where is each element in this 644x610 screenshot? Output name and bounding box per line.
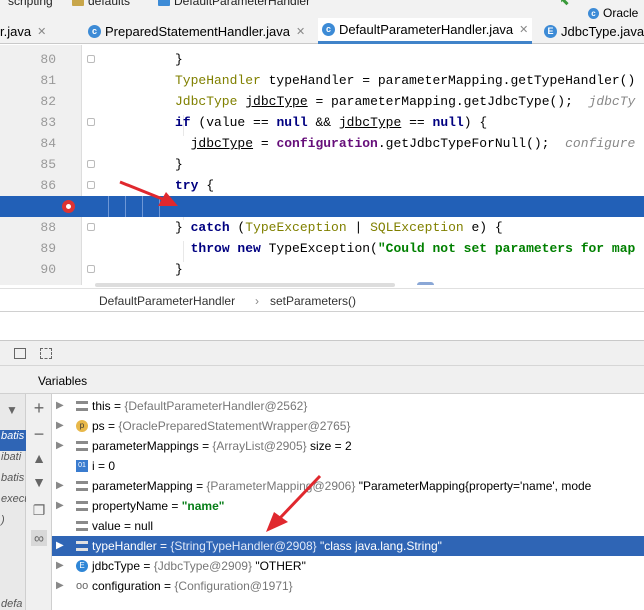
variable-jdbctype[interactable]: ▶ E jdbcType = {JdbcType@2909} "OTHER" (52, 556, 644, 576)
tab-oracle[interactable]: c Oracle (588, 0, 638, 26)
table-icon[interactable] (14, 348, 26, 359)
chevron-right-icon[interactable]: ▶ (56, 496, 66, 516)
breadcrumb-scripting[interactable]: scripting (8, 0, 53, 8)
code-line[interactable]: 85} (0, 154, 644, 175)
tab-defaultparameterhandler[interactable]: c DefaultParameterHandler.java ✕ (318, 18, 533, 44)
enum-icon: E (544, 24, 557, 38)
breadcrumb-defaults[interactable]: defaults (72, 0, 130, 8)
debug-toolbar (0, 340, 644, 366)
frame-item[interactable] (0, 535, 26, 556)
parameter-icon: p (76, 420, 88, 432)
frame-item[interactable]: execu (0, 493, 26, 514)
folder-icon (72, 0, 84, 7)
watch-icon: oo (76, 580, 89, 592)
primitive-icon: 01 (76, 460, 88, 472)
crumb-method[interactable]: setParameters() (270, 294, 356, 308)
code-line[interactable]: 88} catch (TypeException | SQLException … (0, 217, 644, 238)
chevron-right-icon[interactable]: ▶ (56, 396, 66, 416)
breadcrumb-class[interactable]: DefaultParameterHandler (158, 0, 310, 8)
breakpoint-icon[interactable] (62, 200, 75, 213)
remove-watch-icon[interactable]: − (31, 425, 47, 443)
class-icon (158, 0, 170, 7)
class-icon: c (588, 7, 599, 19)
code-line-current-execution[interactable]: 87 typeHandler.setParameter(ps, i: i + 1… (0, 196, 644, 285)
build-hammer-icon[interactable]: ⬉ (560, 0, 570, 8)
frames-list: batis ibati batis execu ) defa defa (0, 430, 26, 610)
debug-tabs: Variables (0, 366, 644, 394)
field-icon (76, 521, 88, 531)
variable-typehandler[interactable]: ▶ typeHandler = {StringTypeHandler@2908}… (52, 536, 644, 556)
variable-value[interactable]: value = null (52, 516, 644, 536)
layout-icon[interactable] (40, 348, 52, 359)
move-down-icon[interactable]: ▼ (31, 474, 47, 490)
close-icon[interactable]: ✕ (519, 23, 528, 36)
tab-preparedstatementhandler[interactable]: c PreparedStatementHandler.java ✕ (88, 18, 305, 44)
frame-item[interactable]: defa (0, 598, 26, 610)
frame-item[interactable] (0, 556, 26, 577)
field-icon (76, 481, 88, 491)
frame-item[interactable]: ibati (0, 451, 26, 472)
code-line[interactable]: 80} (0, 49, 644, 70)
crumb-class[interactable]: DefaultParameterHandler (99, 294, 235, 308)
glasses-icon[interactable]: ∞ (31, 530, 47, 546)
field-icon (76, 501, 88, 511)
frame-item[interactable]: ) (0, 514, 26, 535)
chevron-right-icon[interactable]: ▶ (56, 576, 66, 596)
chevron-right-icon[interactable]: ▶ (56, 476, 66, 496)
code-line[interactable]: 83 if (value == null && jdbcType == null)… (0, 112, 644, 133)
variable-this[interactable]: ▶ this = {DefaultParameterHandler@2562} (52, 396, 644, 416)
variable-propertyname[interactable]: ▶ propertyName = "name" (52, 496, 644, 516)
code-line[interactable]: 90} (0, 259, 644, 280)
code-line[interactable]: 86 try { (0, 175, 644, 196)
tab-label: DefaultParameterHandler.java (339, 22, 514, 37)
frame-item[interactable]: batis (0, 472, 26, 493)
chevron-right-icon[interactable]: ▶ (56, 416, 66, 436)
code-line[interactable]: 89 throw new TypeException("Could not se… (0, 238, 644, 259)
variable-i[interactable]: 01 i = 0 (52, 456, 644, 476)
variable-configuration[interactable]: ▶ oo configuration = {Configuration@1971… (52, 576, 644, 596)
breadcrumb-class-label: DefaultParameterHandler (174, 0, 311, 8)
variable-parametermappings[interactable]: ▶ parameterMappings = {ArrayList@2905} s… (52, 436, 644, 456)
code-editor[interactable]: 80} 81 TypeHandler typeHandler = paramete… (0, 45, 644, 285)
chevron-right-icon[interactable]: ▶ (56, 556, 66, 576)
variable-ps[interactable]: ▶ p ps = {OraclePreparedStatementWrapper… (52, 416, 644, 436)
tab-label: r.java (0, 23, 32, 39)
class-icon: c (322, 23, 335, 36)
horizontal-scrollbar[interactable] (95, 283, 395, 287)
parameter-hint-icon: i: (416, 282, 435, 285)
tab-label: Oracle (603, 6, 639, 20)
copy-icon[interactable]: ❐ (31, 502, 47, 518)
enum-icon: E (76, 560, 88, 572)
code-line[interactable]: 84 jdbcType = configuration.getJdbcTypeF… (0, 133, 644, 154)
close-icon[interactable]: ✕ (296, 25, 305, 38)
chevron-right-icon[interactable]: ▶ (56, 536, 66, 556)
chevron-right-icon[interactable]: ▶ (56, 436, 66, 456)
chevron-right-icon: › (255, 294, 259, 308)
variables-tree: ▶ this = {DefaultParameterHandler@2562} … (52, 396, 644, 610)
editor-breadcrumbs: DefaultParameterHandler › setParameters(… (0, 288, 644, 312)
field-icon (76, 441, 88, 451)
class-icon: c (88, 24, 101, 38)
field-icon (76, 541, 88, 551)
move-up-icon[interactable]: ▲ (31, 450, 47, 466)
add-watch-icon[interactable]: + (31, 399, 47, 417)
filter-icon[interactable]: ▼ (4, 402, 20, 418)
breadcrumb-defaults-label: defaults (88, 0, 131, 8)
field-icon (76, 401, 88, 411)
editor-tab-bar: r.java ✕ c PreparedStatementHandler.java… (0, 6, 644, 44)
code-line[interactable]: 82 JdbcType jdbcType = parameterMapping.g… (0, 91, 644, 112)
navigation-breadcrumb: scripting defaults DefaultParameterHandl… (0, 0, 644, 10)
variable-parametermapping[interactable]: ▶ parameterMapping = {ParameterMapping@2… (52, 476, 644, 496)
close-icon[interactable]: ✕ (37, 25, 46, 38)
tab-mapper-java[interactable]: r.java ✕ (0, 18, 46, 44)
variables-toolbar: + − ▲ ▼ ❐ ∞ (26, 394, 52, 610)
tab-label: PreparedStatementHandler.java (105, 23, 291, 39)
code-line[interactable]: 81 TypeHandler typeHandler = parameterMap… (0, 70, 644, 91)
frame-item[interactable] (0, 577, 26, 598)
tab-variables[interactable]: Variables (38, 374, 87, 388)
frame-item[interactable]: batis (0, 430, 26, 451)
